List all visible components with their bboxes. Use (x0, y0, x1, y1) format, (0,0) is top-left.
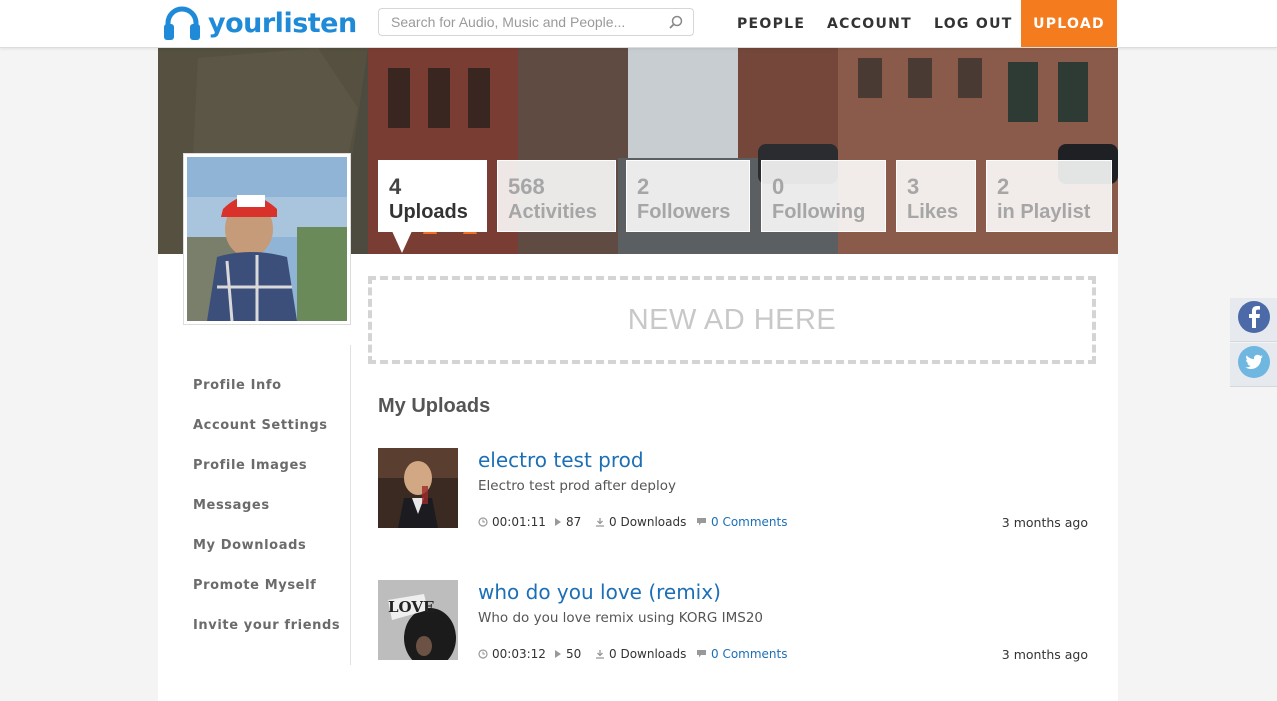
upload-downloads: 0 Downloads (595, 515, 686, 529)
upload-title[interactable]: who do you love (remix) (478, 580, 721, 604)
facebook-icon (1237, 300, 1271, 339)
upload-description: Who do you love remix using KORG IMS20 (478, 610, 764, 626)
stat-uploads-label: Uploads (389, 201, 468, 223)
stat-activities[interactable]: 568 Activities (497, 160, 616, 232)
headphones-icon (162, 5, 202, 41)
stat-playlist-count: 2 (997, 174, 1010, 199)
sidebar-item-promote-myself[interactable]: Promote Myself (193, 578, 316, 593)
stat-following[interactable]: 0 Following (761, 160, 886, 232)
download-icon (595, 649, 605, 659)
search-icon[interactable] (669, 15, 683, 34)
clock-icon (478, 649, 488, 659)
profile-sidebar: Profile Info Account Settings Profile Im… (158, 345, 351, 665)
sidebar-item-messages[interactable]: Messages (193, 498, 270, 513)
upload-item: LOVE who do you love (remix) Who do you … (378, 580, 1090, 662)
stat-uploads[interactable]: 4 Uploads (378, 160, 487, 232)
stat-likes-label: Likes (907, 201, 959, 223)
downloads-value: 0 Downloads (609, 647, 687, 661)
upload-timestamp: 3 months ago (1001, 647, 1088, 662)
stat-followers-label: Followers (637, 201, 731, 223)
ad-placeholder: NEW AD HERE (368, 276, 1096, 364)
upload-description: Electro test prod after deploy (478, 478, 676, 494)
upload-comments[interactable]: 0 Comments (696, 647, 788, 661)
upload-plays: 87 (554, 515, 581, 529)
twitter-share-button[interactable] (1230, 343, 1277, 387)
comment-icon (696, 517, 707, 527)
play-icon (554, 649, 562, 659)
comments-value[interactable]: 0 Comments (711, 515, 788, 529)
stat-following-label: Following (772, 201, 866, 223)
sidebar-item-invite-friends[interactable]: Invite your friends (193, 618, 340, 633)
upload-timestamp: 3 months ago (1001, 515, 1088, 530)
stat-activities-count: 568 (508, 174, 545, 199)
download-icon (595, 517, 605, 527)
play-icon (554, 517, 562, 527)
comments-value[interactable]: 0 Comments (711, 647, 788, 661)
upload-duration: 00:03:12 (478, 647, 546, 661)
duration-value: 00:01:11 (492, 515, 546, 529)
downloads-value: 0 Downloads (609, 515, 687, 529)
upload-downloads: 0 Downloads (595, 647, 686, 661)
facebook-share-button[interactable] (1230, 298, 1277, 342)
comment-icon (696, 649, 707, 659)
plays-value: 50 (566, 647, 582, 661)
stat-likes-count: 3 (907, 174, 920, 199)
stat-followers-count: 2 (637, 174, 650, 199)
thumbnail-love-text: LOVE (388, 598, 434, 616)
active-tab-pointer (392, 231, 412, 253)
stat-uploads-count: 4 (389, 174, 402, 199)
sidebar-item-account-settings[interactable]: Account Settings (193, 418, 328, 433)
upload-duration: 00:01:11 (478, 515, 546, 529)
upload-button[interactable]: UPLOAD (1021, 0, 1117, 47)
search-input[interactable] (389, 9, 659, 35)
upload-comments[interactable]: 0 Comments (696, 515, 788, 529)
nav-logout[interactable]: LOG OUT (934, 0, 1013, 47)
site-logo[interactable]: yourlisten (162, 4, 357, 42)
upload-plays: 50 (554, 647, 581, 661)
stat-activities-label: Activities (508, 201, 597, 223)
clock-icon (478, 517, 488, 527)
twitter-icon (1237, 345, 1271, 384)
nav-account[interactable]: ACCOUNT (827, 0, 912, 47)
stat-followers[interactable]: 2 Followers (626, 160, 750, 232)
logo-text: yourlisten (208, 7, 357, 39)
stat-following-count: 0 (772, 174, 785, 199)
sidebar-item-profile-info[interactable]: Profile Info (193, 378, 282, 393)
sidebar-item-my-downloads[interactable]: My Downloads (193, 538, 306, 553)
upload-thumbnail[interactable] (378, 448, 458, 528)
section-title-my-uploads: My Uploads (378, 395, 491, 417)
profile-avatar[interactable] (183, 153, 351, 325)
search-box (378, 8, 694, 36)
upload-thumbnail[interactable]: LOVE (378, 580, 458, 660)
plays-value: 87 (566, 515, 582, 529)
upload-item: electro test prod Electro test prod afte… (378, 448, 1090, 530)
stat-playlist[interactable]: 2 in Playlist (986, 160, 1112, 232)
duration-value: 00:03:12 (492, 647, 546, 661)
top-navigation-bar: yourlisten PEOPLE ACCOUNT LOG OUT UPLOAD (0, 0, 1277, 48)
sidebar-item-profile-images[interactable]: Profile Images (193, 458, 307, 473)
upload-title[interactable]: electro test prod (478, 448, 644, 472)
nav-people[interactable]: PEOPLE (737, 0, 805, 47)
stat-likes[interactable]: 3 Likes (896, 160, 976, 232)
stat-playlist-label: in Playlist (997, 201, 1091, 223)
